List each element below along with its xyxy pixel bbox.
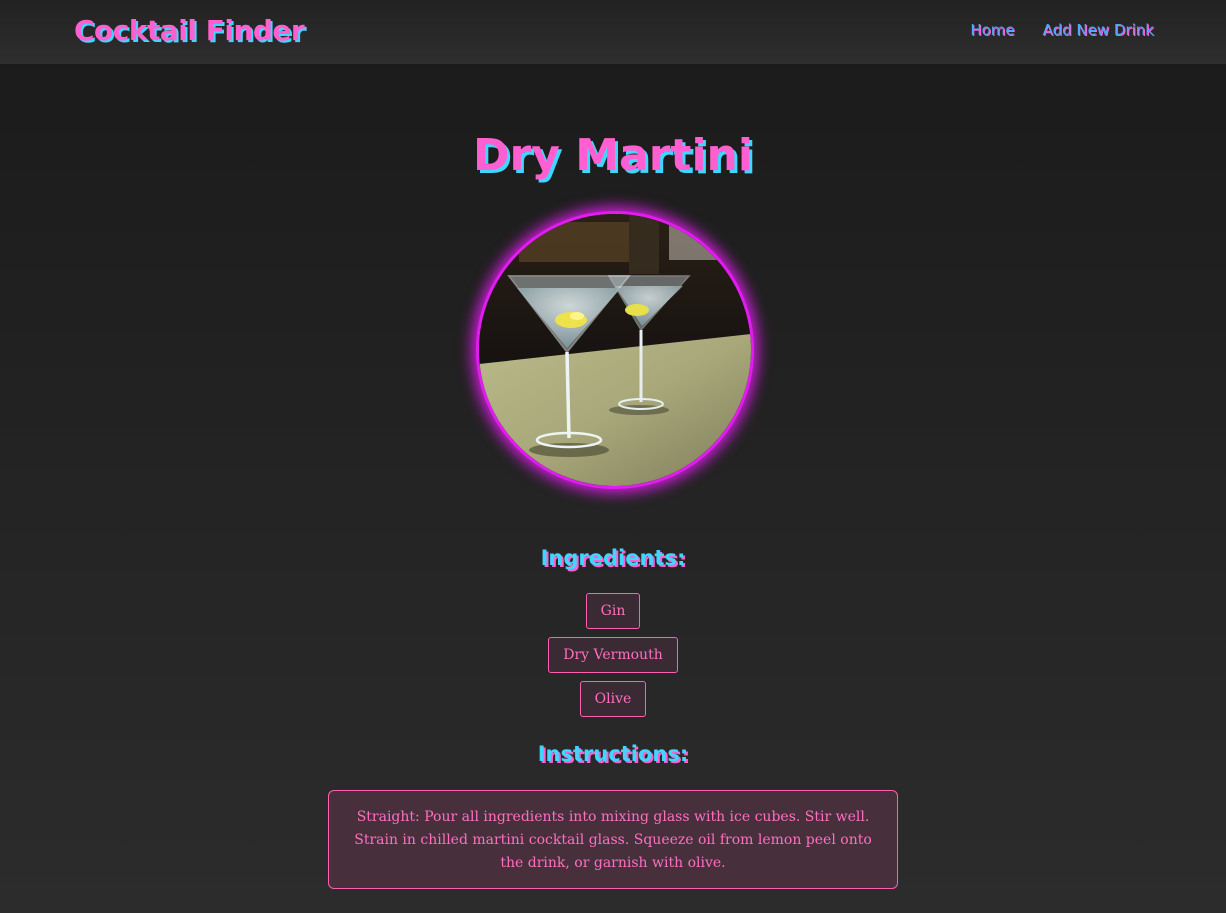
brand-logo-link[interactable]: Cocktail Finder: [74, 14, 305, 48]
ingredient-list: Gin Dry Vermouth Olive: [0, 593, 1226, 717]
ingredient-item: Dry Vermouth: [548, 637, 678, 673]
ingredient-item: Gin: [585, 593, 641, 629]
ingredient-item: Olive: [579, 681, 647, 717]
drink-title: Dry Martini: [473, 130, 753, 181]
nav-links: Home Add New Drink: [970, 20, 1154, 40]
martini-glasses-image: [479, 214, 751, 486]
ingredients-heading: Ingredients:: [540, 546, 686, 570]
nav-home-link[interactable]: Home: [970, 20, 1014, 40]
nav-add-drink-link[interactable]: Add New Drink: [1043, 20, 1154, 40]
drink-photo: [476, 211, 754, 489]
navbar: Cocktail Finder Home Add New Drink: [0, 0, 1226, 64]
instructions-heading: Instructions:: [537, 742, 689, 766]
page: Cocktail Finder Home Add New Drink Dry M…: [0, 0, 1226, 913]
instructions-text: Straight: Pour all ingredients into mixi…: [328, 790, 898, 889]
